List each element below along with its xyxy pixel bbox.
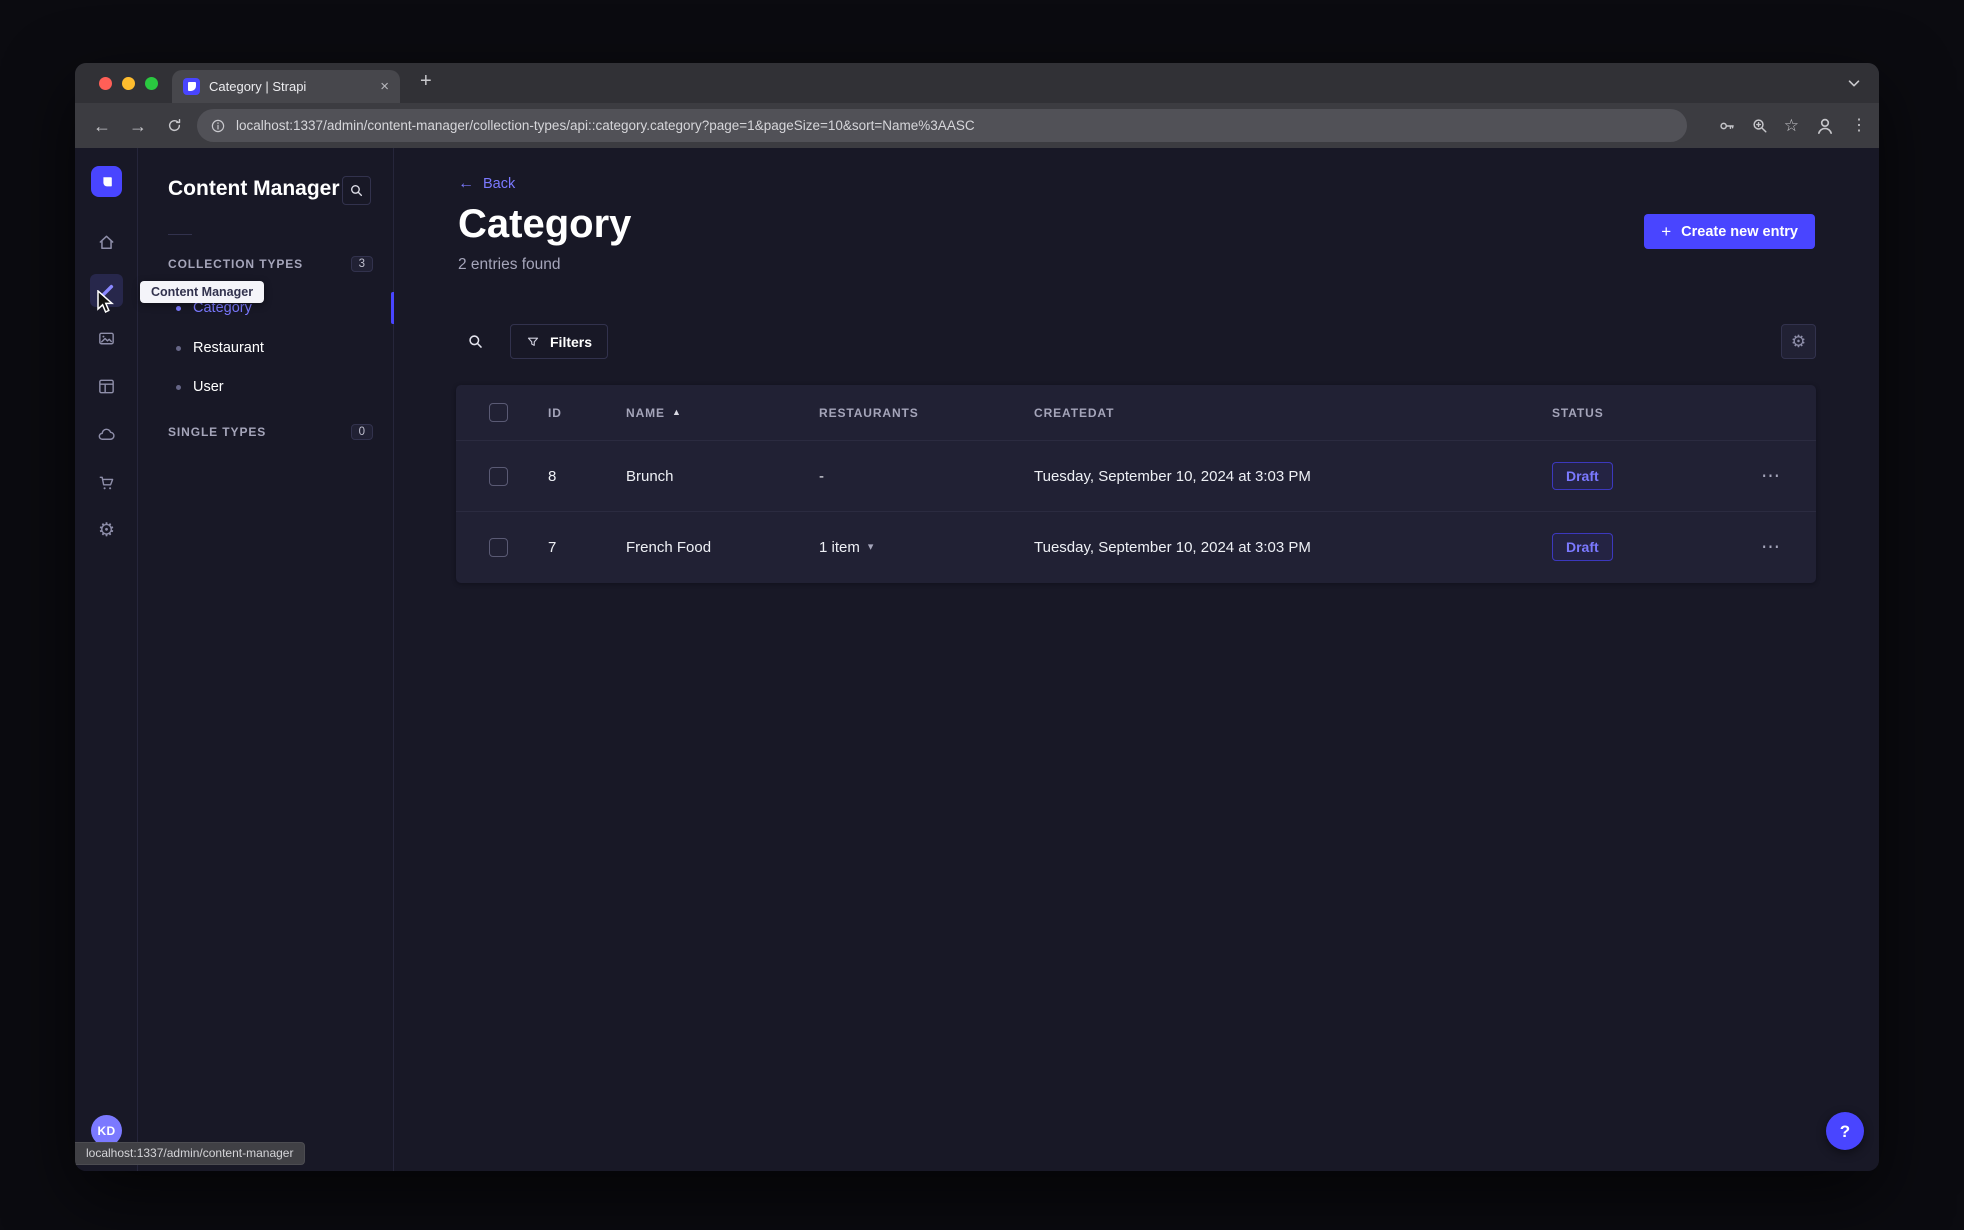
sort-ascending-icon: ▲: [671, 407, 682, 417]
status-badge: Draft: [1552, 533, 1613, 561]
sidebar-item-restaurant[interactable]: Restaurant: [147, 328, 385, 368]
cell-name: French Food: [626, 538, 712, 556]
cell-restaurants: -: [819, 467, 824, 485]
header-name[interactable]: NAME ▲: [626, 406, 819, 420]
rail-content-type-builder-icon[interactable]: [90, 370, 123, 403]
sidebar-title: Content Manager: [168, 177, 340, 200]
zoom-window-button[interactable]: [145, 77, 158, 90]
cell-restaurants[interactable]: 1 item ▾: [819, 539, 1034, 556]
view-settings-button[interactable]: ⚙: [1781, 324, 1816, 359]
filter-funnel-icon: [526, 335, 540, 349]
zoom-search-icon[interactable]: [1751, 117, 1769, 135]
single-types-label: SINGLE TYPES: [168, 425, 267, 439]
address-bar[interactable]: localhost:1337/admin/content-manager/col…: [197, 109, 1687, 142]
browser-toolbar: ← → localhost:1337/admin/content-manager…: [75, 103, 1879, 148]
back-link[interactable]: ← Back: [458, 175, 516, 193]
rail-marketplace-cart-icon[interactable]: [90, 466, 123, 499]
back-label: Back: [483, 176, 516, 192]
new-tab-button[interactable]: +: [420, 71, 432, 91]
cell-id: 7: [548, 538, 557, 556]
rail-media-library-icon[interactable]: [90, 322, 123, 355]
table-row[interactable]: 7 French Food 1 item ▾ Tuesday, Septembe…: [456, 511, 1816, 582]
create-new-entry-button[interactable]: + Create new entry: [1644, 214, 1815, 249]
browser-window: Category | Strapi × + ← → localhost:1337…: [75, 63, 1879, 1171]
single-types-count-badge: 0: [350, 424, 373, 440]
desktop-background: Category | Strapi × + ← → localhost:1337…: [0, 0, 1964, 1230]
tab-title: Category | Strapi: [209, 79, 307, 94]
collection-types-count-badge: 3: [350, 256, 373, 272]
bullet-icon: [176, 305, 181, 311]
site-info-icon[interactable]: [210, 118, 226, 134]
cell-id: 8: [548, 467, 557, 485]
mouse-cursor: [95, 290, 117, 314]
cell-createdat: Tuesday, September 10, 2024 at 3:03 PM: [1034, 538, 1311, 556]
content-manager-tooltip: Content Manager: [140, 281, 265, 303]
tab-search-chevron-icon[interactable]: [1845, 74, 1863, 92]
arrow-left-icon: ←: [458, 175, 474, 192]
sidebar-item-label: Restaurant: [193, 340, 264, 356]
page-title: Category: [458, 202, 632, 246]
sidebar-search-button[interactable]: [342, 176, 371, 205]
rail-home-icon[interactable]: [90, 226, 123, 259]
toolbar-actions: ☆ ⋮: [1718, 103, 1867, 148]
collection-types-label: COLLECTION TYPES: [168, 257, 304, 271]
status-badge: Draft: [1552, 462, 1613, 490]
bookmark-star-icon[interactable]: ☆: [1784, 117, 1799, 134]
tab-close-icon[interactable]: ×: [380, 79, 389, 94]
entries-count-text: 2 entries found: [458, 256, 561, 273]
entries-table: ID NAME ▲ RESTAURANTS CREATEDAT STATUS 8: [456, 385, 1816, 583]
plus-icon: +: [1661, 222, 1672, 241]
header-id[interactable]: ID: [548, 406, 626, 420]
restaurants-count-label: 1 item: [819, 538, 860, 556]
tab-strip: Category | Strapi × +: [75, 63, 1879, 103]
password-key-icon[interactable]: [1718, 117, 1736, 135]
chevron-down-icon: ▾: [867, 540, 874, 553]
main-content: ← Back Category 2 entries found + Create…: [395, 148, 1879, 1171]
table-row[interactable]: 8 Brunch - Tuesday, September 10, 2024 a…: [456, 440, 1816, 511]
link-status-bubble: localhost:1337/admin/content-manager: [75, 1142, 306, 1165]
browser-tab[interactable]: Category | Strapi ×: [172, 70, 400, 103]
active-item-indicator: [391, 292, 394, 324]
window-controls: [99, 77, 158, 90]
browser-back-button[interactable]: ←: [87, 103, 117, 148]
header-name-label: NAME: [626, 405, 665, 420]
row-actions-menu-icon[interactable]: ⋯: [1761, 467, 1781, 486]
filters-button[interactable]: Filters: [510, 324, 609, 359]
rail-settings-gear-icon[interactable]: ⚙: [90, 514, 123, 547]
strapi-logo[interactable]: [91, 166, 122, 197]
select-all-checkbox[interactable]: [489, 403, 508, 422]
strapi-admin-app: ⚙ KD Content Manager COLLECTION TYPES 3 …: [75, 148, 1879, 1171]
bullet-icon: [176, 345, 181, 351]
filters-label: Filters: [550, 333, 593, 350]
rail-deploy-cloud-icon[interactable]: [90, 418, 123, 451]
cell-createdat: Tuesday, September 10, 2024 at 3:03 PM: [1034, 467, 1311, 485]
browser-menu-kebab-icon[interactable]: ⋮: [1851, 117, 1867, 134]
sidebar-item-label: User: [193, 379, 224, 395]
header-status[interactable]: STATUS: [1552, 406, 1726, 420]
url-text: localhost:1337/admin/content-manager/col…: [236, 118, 975, 133]
table-header-row: ID NAME ▲ RESTAURANTS CREATEDAT STATUS: [456, 385, 1816, 440]
collection-types-section: COLLECTION TYPES 3: [168, 254, 373, 274]
reload-button[interactable]: [159, 103, 189, 148]
browser-forward-button[interactable]: →: [123, 103, 153, 148]
row-checkbox[interactable]: [489, 466, 508, 486]
close-window-button[interactable]: [99, 77, 112, 90]
create-new-entry-label: Create new entry: [1681, 223, 1798, 240]
row-actions-menu-icon[interactable]: ⋯: [1761, 538, 1781, 557]
table-search-button[interactable]: [458, 324, 492, 358]
strapi-favicon-icon: [183, 78, 200, 95]
bullet-icon: [176, 384, 181, 390]
sidebar-divider: [168, 234, 192, 235]
single-types-section: SINGLE TYPES 0: [168, 422, 373, 442]
minimize-window-button[interactable]: [122, 77, 135, 90]
sidebar-item-user[interactable]: User: [147, 367, 385, 407]
header-createdat[interactable]: CREATEDAT: [1034, 406, 1552, 420]
row-checkbox[interactable]: [489, 537, 508, 557]
profile-avatar-icon[interactable]: [1814, 115, 1836, 137]
help-button[interactable]: ?: [1826, 1112, 1864, 1150]
header-restaurants[interactable]: RESTAURANTS: [819, 406, 1034, 420]
cell-name: Brunch: [626, 467, 674, 485]
